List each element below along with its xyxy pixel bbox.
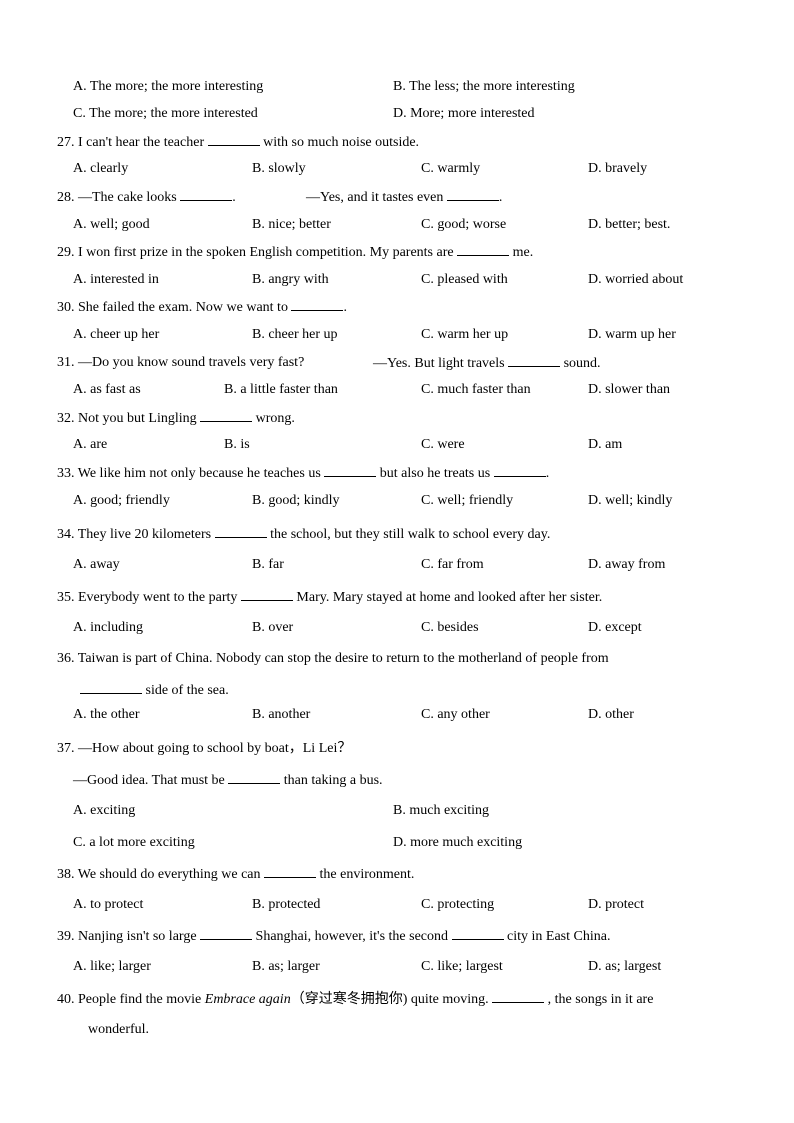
answer-blank — [508, 354, 561, 367]
q28-option-c[interactable]: C. good; worse — [421, 216, 506, 234]
q30-option-b[interactable]: B. cheer her up — [252, 326, 338, 344]
q29-option-b[interactable]: B. angry with — [252, 271, 329, 289]
q39-option-a[interactable]: A. like; larger — [73, 958, 151, 976]
question-33-stem: 33. We like him not only because he teac… — [57, 464, 550, 481]
q32-option-b[interactable]: B. is — [224, 436, 250, 454]
q38-option-c[interactable]: C. protecting — [421, 896, 494, 914]
answer-blank — [240, 588, 293, 601]
q38-option-a[interactable]: A. to protect — [73, 896, 143, 914]
answer-blank — [80, 681, 142, 694]
answer-blank — [446, 188, 499, 201]
q34-option-d[interactable]: D. away from — [588, 556, 665, 574]
q26-option-b[interactable]: B. The less; the more interesting — [393, 78, 575, 96]
question-40-stem-line2: wonderful. — [88, 1022, 150, 1037]
question-37-stem-line2: —Good idea. That must be than taking a b… — [73, 771, 383, 788]
answer-blank — [457, 243, 510, 256]
q31-option-b[interactable]: B. a little faster than — [224, 381, 338, 399]
question-38-stem: 38. We should do everything we can the e… — [57, 865, 415, 882]
question-31-stem: 31. —Do you know sound travels very fast… — [57, 355, 305, 370]
q30-option-c[interactable]: C. warm her up — [421, 326, 508, 344]
question-34-stem: 34. They live 20 kilometers the school, … — [57, 525, 551, 542]
q37-option-c[interactable]: C. a lot more exciting — [73, 834, 195, 852]
q36-option-b[interactable]: B. another — [252, 706, 310, 724]
answer-blank — [207, 133, 260, 146]
q32-option-a[interactable]: A. are — [73, 436, 107, 454]
q27-option-c[interactable]: C. warmly — [421, 160, 480, 178]
answer-blank — [180, 188, 233, 201]
q27-option-b[interactable]: B. slowly — [252, 160, 306, 178]
q36-option-c[interactable]: C. any other — [421, 706, 490, 724]
question-37-stem: 37. —How about going to school by boat，L… — [57, 741, 352, 756]
q32-option-d[interactable]: D. am — [588, 436, 622, 454]
answer-blank — [214, 525, 267, 538]
q33-option-c[interactable]: C. well; friendly — [421, 492, 513, 510]
answer-blank — [200, 927, 253, 940]
q33-option-d[interactable]: D. well; kindly — [588, 492, 672, 510]
q31-option-a[interactable]: A. as fast as — [73, 381, 141, 399]
answer-blank — [493, 464, 546, 477]
movie-title-chinese: （穿过寒冬拥抱你) — [290, 992, 408, 1007]
answer-blank — [291, 298, 344, 311]
question-28-response: —Yes, and it tastes even . — [306, 188, 503, 205]
q34-option-a[interactable]: A. away — [73, 556, 120, 574]
question-31-response: —Yes. But light travels sound. — [373, 354, 601, 371]
q38-option-b[interactable]: B. protected — [252, 896, 320, 914]
q35-option-c[interactable]: C. besides — [421, 619, 479, 637]
answer-blank — [451, 927, 504, 940]
q33-option-a[interactable]: A. good; friendly — [73, 492, 170, 510]
q35-option-d[interactable]: D. except — [588, 619, 642, 637]
question-40-stem: 40. People find the movie Embrace again（… — [57, 990, 654, 1007]
q36-option-a[interactable]: A. the other — [73, 706, 139, 724]
question-27-stem: 27. I can't hear the teacher with so muc… — [57, 133, 420, 150]
q28-option-b[interactable]: B. nice; better — [252, 216, 331, 234]
q29-option-a[interactable]: A. interested in — [73, 271, 159, 289]
q31-option-d[interactable]: D. slower than — [588, 381, 670, 399]
question-30-stem: 30. She failed the exam. Now we want to … — [57, 298, 347, 315]
q30-option-d[interactable]: D. warm up her — [588, 326, 676, 344]
q35-option-b[interactable]: B. over — [252, 619, 293, 637]
answer-blank — [200, 409, 253, 422]
question-36-stem: 36. Taiwan is part of China. Nobody can … — [57, 651, 609, 666]
q34-option-c[interactable]: C. far from — [421, 556, 484, 574]
question-28-stem: 28. —The cake looks . — [57, 188, 236, 205]
q28-option-d[interactable]: D. better; best. — [588, 216, 670, 234]
question-number: 27. — [57, 135, 75, 150]
q37-option-b[interactable]: B. much exciting — [393, 802, 489, 820]
q37-option-a[interactable]: A. exciting — [73, 802, 135, 820]
q27-option-d[interactable]: D. bravely — [588, 160, 647, 178]
q29-option-d[interactable]: D. worried about — [588, 271, 683, 289]
movie-title: Embrace again — [204, 992, 291, 1007]
q32-option-c[interactable]: C. were — [421, 436, 465, 454]
answer-blank — [492, 990, 545, 1003]
question-36-stem-line2: side of the sea. — [80, 681, 229, 700]
q37-option-d[interactable]: D. more much exciting — [393, 834, 522, 852]
q33-option-b[interactable]: B. good; kindly — [252, 492, 340, 510]
q26-option-d[interactable]: D. More; more interested — [393, 105, 535, 123]
q34-option-b[interactable]: B. far — [252, 556, 284, 574]
q39-option-d[interactable]: D. as; largest — [588, 958, 661, 976]
question-35-stem: 35. Everybody went to the party Mary. Ma… — [57, 588, 603, 605]
question-32-stem: 32. Not you but Lingling wrong. — [57, 409, 295, 426]
q28-option-a[interactable]: A. well; good — [73, 216, 150, 234]
q26-option-a[interactable]: A. The more; the more interesting — [73, 78, 263, 96]
answer-blank — [264, 865, 317, 878]
answer-blank — [228, 771, 281, 784]
q39-option-c[interactable]: C. like; largest — [421, 958, 503, 976]
q26-option-c[interactable]: C. The more; the more interested — [73, 105, 258, 123]
q31-option-c[interactable]: C. much faster than — [421, 381, 531, 399]
q35-option-a[interactable]: A. including — [73, 619, 143, 637]
q27-option-a[interactable]: A. clearly — [73, 160, 128, 178]
q29-option-c[interactable]: C. pleased with — [421, 271, 508, 289]
q36-option-d[interactable]: D. other — [588, 706, 634, 724]
answer-blank — [324, 464, 377, 477]
q38-option-d[interactable]: D. protect — [588, 896, 644, 914]
q30-option-a[interactable]: A. cheer up her — [73, 326, 159, 344]
question-29-stem: 29. I won first prize in the spoken Engl… — [57, 243, 534, 260]
question-39-stem: 39. Nanjing isn't so large Shanghai, how… — [57, 927, 611, 944]
q39-option-b[interactable]: B. as; larger — [252, 958, 320, 976]
